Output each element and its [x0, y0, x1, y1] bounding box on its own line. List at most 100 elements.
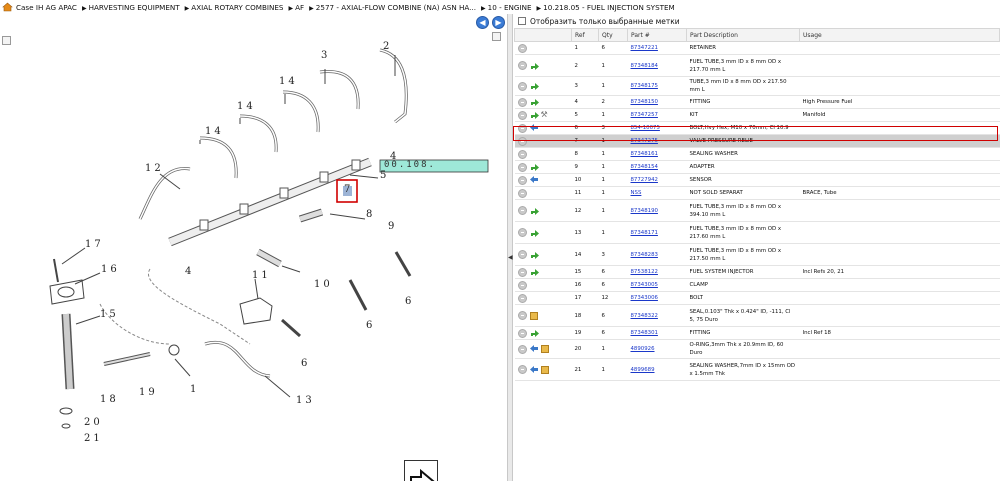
callout-14[interactable]: 14: [205, 127, 224, 137]
diagram-link-label[interactable]: 00.108.: [384, 160, 436, 170]
replacement-arrow-icon[interactable]: [530, 329, 539, 337]
callout-7[interactable]: 7: [344, 185, 353, 195]
row-part-number[interactable]: 87347257: [627, 108, 687, 122]
wrench-icon[interactable]: ⚒: [541, 111, 548, 119]
add-to-cart-icon[interactable]: [517, 328, 527, 338]
note-icon[interactable]: [540, 365, 549, 374]
add-to-cart-icon[interactable]: [517, 293, 527, 303]
table-row[interactable]: 8 1 87348161 SEALING WASHER: [514, 147, 1000, 161]
table-row[interactable]: 21 1 4899689 SEALING WASHER,7mm ID x 15mm O…: [514, 358, 1000, 381]
table-row[interactable]: 17 12 87343006 BOLT: [514, 291, 1000, 305]
callout-18[interactable]: 18: [100, 395, 119, 405]
callout-6[interactable]: 6: [301, 359, 310, 369]
add-to-cart-icon[interactable]: [517, 250, 527, 259]
col-ref[interactable]: Ref: [571, 28, 599, 42]
row-part-number[interactable]: 87348283: [627, 243, 687, 266]
splitter-grip-icon[interactable]: ◀: [508, 254, 513, 266]
replacement-arrow-icon[interactable]: [530, 268, 539, 276]
callout-15[interactable]: 15: [100, 310, 119, 320]
callout-14[interactable]: 14: [237, 102, 256, 112]
note-icon[interactable]: [540, 345, 549, 353]
row-part-number[interactable]: 854-10075: [627, 121, 687, 135]
add-to-cart-icon[interactable]: [517, 280, 527, 290]
row-part-number[interactable]: 87348322: [627, 304, 687, 327]
replacement-arrow-icon[interactable]: [530, 62, 539, 70]
callout-6[interactable]: 6: [405, 297, 414, 307]
zoom-fit-icon[interactable]: [404, 460, 438, 481]
breadcrumb-item[interactable]: Case IH AG APAC: [16, 3, 77, 12]
col-usage[interactable]: Usage: [799, 28, 1000, 42]
reverse-arrow-icon[interactable]: [529, 345, 539, 353]
row-part-number[interactable]: 87348161: [627, 147, 687, 161]
add-to-cart-icon[interactable]: [517, 61, 527, 70]
row-part-number[interactable]: 87343005: [627, 278, 687, 292]
breadcrumb-item[interactable]: ▶ AXIAL ROTARY COMBINES: [185, 3, 284, 12]
table-row[interactable]: 9 1 87348154 ADAPTER: [514, 160, 1000, 174]
replacement-arrow-icon[interactable]: [530, 111, 539, 119]
replacement-arrow-icon[interactable]: [530, 229, 539, 237]
home-icon[interactable]: [2, 2, 13, 12]
callout-5[interactable]: 5: [380, 171, 389, 181]
callout-21[interactable]: 21: [84, 434, 103, 444]
table-row[interactable]: 1 6 87347221 RETAINER: [514, 41, 1000, 55]
breadcrumb-item[interactable]: ▶ 10.218.05 - FUEL INJECTION SYSTEM: [537, 3, 675, 12]
callout-8[interactable]: 8: [366, 210, 375, 220]
breadcrumb-item[interactable]: ▶ HARVESTING EQUIPMENT: [82, 3, 180, 12]
table-row[interactable]: 19 6 87348301 FITTING Incl Ref 18: [514, 326, 1000, 340]
note-icon[interactable]: [529, 311, 538, 320]
add-to-cart-icon[interactable]: [517, 365, 527, 374]
callout-4[interactable]: 4: [185, 267, 194, 277]
callout-20[interactable]: 20: [84, 418, 103, 428]
row-part-number[interactable]: 87348190: [627, 199, 687, 222]
callout-10[interactable]: 10: [314, 280, 333, 290]
row-part-number[interactable]: 87347275: [627, 134, 687, 148]
reverse-arrow-icon[interactable]: [529, 124, 539, 132]
col-qty[interactable]: Qty: [598, 28, 628, 42]
callout-1[interactable]: 1: [190, 385, 199, 395]
row-part-number[interactable]: 87348154: [627, 160, 687, 174]
row-part-number[interactable]: 87348150: [627, 95, 687, 109]
table-row[interactable]: 4 2 87348150 FITTING High Pressure Fuel: [514, 95, 1000, 109]
row-part-number[interactable]: NSS: [627, 186, 687, 200]
callout-13[interactable]: 13: [296, 396, 315, 406]
add-to-cart-icon[interactable]: [517, 81, 527, 91]
col-part-number[interactable]: Part #: [627, 28, 687, 42]
row-part-number[interactable]: 87348301: [627, 326, 687, 340]
replacement-arrow-icon[interactable]: [530, 82, 539, 90]
table-row[interactable]: 18 6 87348322 SEAL,0.103" Thk x 0.424" ID, …: [514, 304, 1000, 327]
reverse-arrow-icon[interactable]: [529, 176, 539, 184]
add-to-cart-icon[interactable]: [517, 228, 527, 237]
add-to-cart-icon[interactable]: [517, 123, 527, 133]
row-part-number[interactable]: 87348184: [627, 54, 687, 77]
row-part-number[interactable]: 87348171: [627, 221, 687, 244]
row-part-number[interactable]: 87538122: [627, 265, 687, 279]
breadcrumb-item[interactable]: ▶ 2577 - AXIAL-FLOW COMBINE (NA) ASN HA..…: [309, 3, 476, 12]
breadcrumb-item[interactable]: ▶ 10 - ENGINE: [481, 3, 531, 12]
replacement-arrow-icon[interactable]: [530, 98, 539, 106]
callout-6[interactable]: 6: [366, 321, 375, 331]
callout-11[interactable]: 11: [252, 271, 271, 281]
add-to-cart-icon[interactable]: [517, 175, 527, 185]
callout-12[interactable]: 12: [145, 164, 164, 174]
add-to-cart-icon[interactable]: [517, 162, 527, 172]
replacement-arrow-icon[interactable]: [530, 251, 539, 259]
replacement-arrow-icon[interactable]: [530, 207, 539, 215]
callout-3[interactable]: 3: [321, 51, 330, 61]
row-part-number[interactable]: 4899689: [627, 358, 687, 381]
table-row[interactable]: 14 3 87348283 FUEL TUBE,3 mm ID x 8 mm OD x…: [514, 243, 1000, 266]
row-part-number[interactable]: 87343006: [627, 291, 687, 305]
table-row[interactable]: 16 6 87343005 CLAMP: [514, 278, 1000, 292]
add-to-cart-icon[interactable]: [517, 344, 527, 354]
table-row[interactable]: 7 1 87347275 VALVE PRESSURE RELIE: [514, 134, 1000, 148]
replacement-arrow-icon[interactable]: [530, 163, 539, 171]
callout-9[interactable]: 9: [388, 222, 397, 232]
callout-2[interactable]: 2: [383, 42, 392, 52]
row-part-number[interactable]: 87347221: [627, 41, 687, 55]
table-row[interactable]: 11 1 NSS NOT SOLD SEPARAT BRACE, Tube: [514, 186, 1000, 200]
row-part-number[interactable]: 87348175: [627, 76, 687, 96]
row-part-number[interactable]: 4890926: [627, 339, 687, 359]
table-row[interactable]: 2 1 87348184 FUEL TUBE,3 mm ID x 8 mm OD x …: [514, 54, 1000, 77]
add-to-cart-icon[interactable]: [517, 110, 527, 120]
show-selected-only-checkbox[interactable]: [518, 17, 526, 25]
col-description[interactable]: Part Description: [686, 28, 800, 42]
